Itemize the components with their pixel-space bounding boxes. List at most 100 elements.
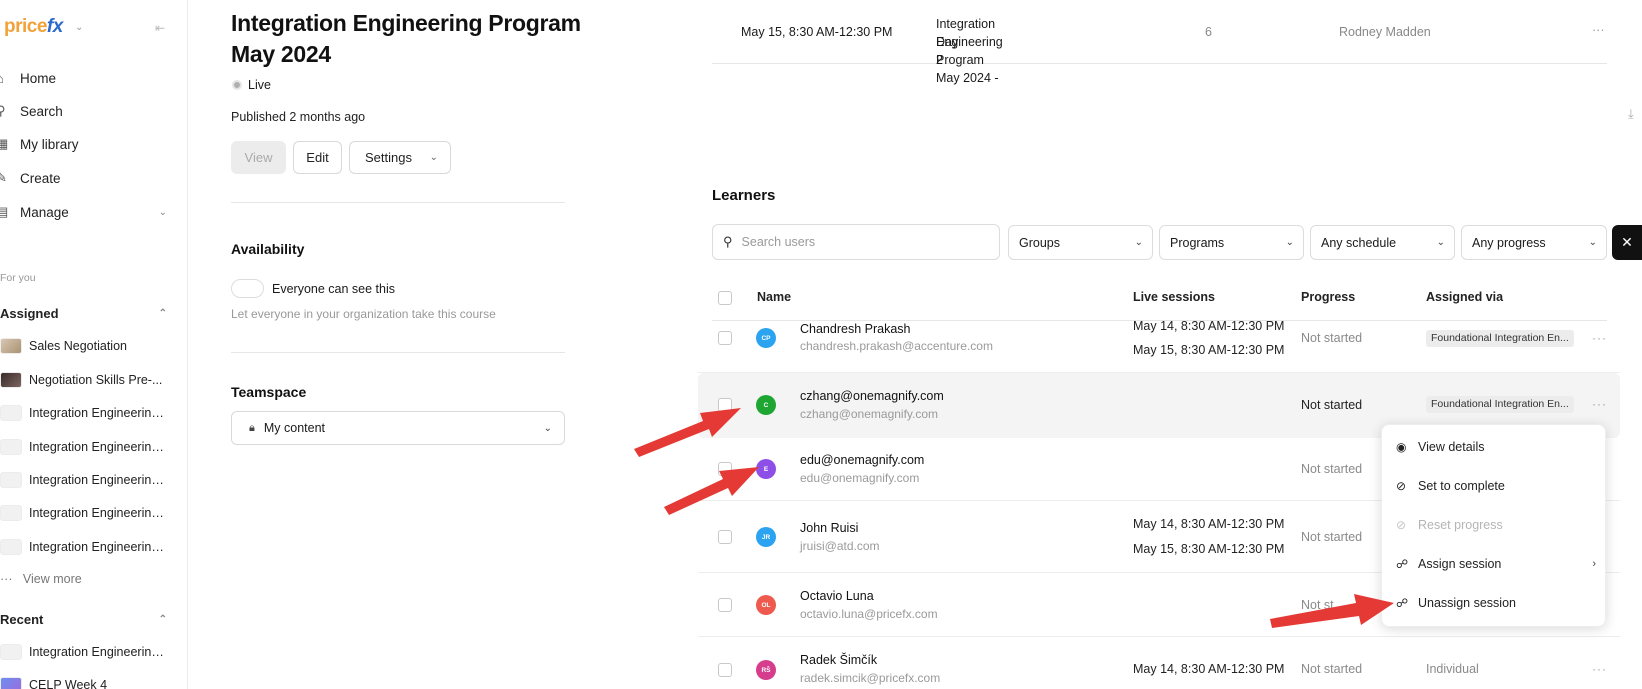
- learner-email: czhang@onemagnify.com: [800, 407, 939, 421]
- session-more-button[interactable]: ···: [1592, 23, 1605, 37]
- avatar: JR: [756, 527, 776, 547]
- settings-button[interactable]: Settings ⌄: [349, 141, 451, 174]
- assigned-course-item[interactable]: Integration Engineering...: [0, 536, 175, 558]
- for-you-label: For you: [0, 272, 36, 284]
- table-row[interactable]: RŠ Radek Šimčík radek.simcik@pricefx.com…: [698, 637, 1620, 689]
- programs-filter[interactable]: Programs ⌄: [1159, 225, 1304, 260]
- schedule-filter[interactable]: Any schedule ⌄: [1310, 225, 1455, 260]
- divider: [231, 352, 565, 353]
- teamspace-select[interactable]: 🔒︎ My content ⌄: [231, 411, 565, 445]
- view-more-link[interactable]: ··· View more: [0, 572, 82, 586]
- avatar: C: [756, 395, 776, 415]
- menu-unassign-session[interactable]: ☍ Unassign session: [1396, 593, 1596, 613]
- learner-name[interactable]: John Ruisi: [800, 521, 858, 535]
- row-checkbox[interactable]: [718, 530, 732, 544]
- search-icon: ⚲: [0, 103, 20, 119]
- assigned-course-item[interactable]: Negotiation Skills Pre-...: [0, 369, 175, 391]
- assigned-course-item[interactable]: Integration Engineering...: [0, 436, 175, 458]
- groups-filter[interactable]: Groups ⌄: [1008, 225, 1153, 260]
- menu-set-to-complete[interactable]: ⊘ Set to complete: [1396, 476, 1596, 496]
- column-live-sessions[interactable]: Live sessions: [1133, 290, 1215, 304]
- nav-home[interactable]: ⌂Home: [0, 66, 175, 90]
- avatar: RŠ: [756, 660, 776, 680]
- recent-section-header[interactable]: Recent ⌃: [0, 612, 170, 627]
- course-thumbnail: [0, 439, 22, 455]
- column-name[interactable]: Name: [757, 290, 791, 304]
- course-title: Integration Engineering Program May 2024: [231, 10, 581, 67]
- pricefx-logo[interactable]: pricefx: [4, 16, 63, 38]
- download-icon[interactable]: ⤓: [1628, 106, 1634, 122]
- learner-name[interactable]: Octavio Luna: [800, 589, 874, 603]
- session-row[interactable]: May 15, 8:30 AM-12:30 PM Integration Eng…: [712, 0, 1607, 85]
- status-dot-icon: [232, 80, 242, 90]
- recent-course-item[interactable]: Integration Engineering...: [0, 641, 175, 663]
- unassign-session-icon: ☍: [1396, 596, 1409, 610]
- learner-name[interactable]: Radek Šimčík: [800, 653, 877, 667]
- search-users-input[interactable]: [741, 235, 982, 249]
- learner-name[interactable]: edu@onemagnify.com: [800, 453, 924, 467]
- row-checkbox[interactable]: [718, 398, 732, 412]
- nav-create[interactable]: ✎Create: [0, 166, 175, 190]
- assign-session-icon: ☍: [1396, 557, 1409, 571]
- search-users[interactable]: ⚲: [712, 224, 1000, 260]
- column-progress[interactable]: Progress: [1301, 290, 1355, 304]
- row-checkbox[interactable]: [718, 331, 732, 345]
- assigned-via-text: Individual: [1426, 662, 1479, 676]
- row-checkbox[interactable]: [718, 462, 732, 476]
- assigned-section-header[interactable]: Assigned ⌃: [0, 306, 170, 321]
- learner-name[interactable]: Chandresh Prakash: [800, 322, 910, 336]
- row-checkbox[interactable]: [718, 663, 732, 677]
- recent-course-item[interactable]: CELP Week 4: [0, 674, 175, 689]
- select-all-checkbox[interactable]: [718, 291, 732, 305]
- menu-view-details[interactable]: ◉ View details: [1396, 437, 1596, 457]
- chevron-down-icon: ⌄: [1588, 237, 1597, 248]
- menu-reset-progress: ⊘ Reset progress: [1396, 518, 1503, 532]
- availability-note: Let everyone in your organization take t…: [231, 307, 496, 321]
- clear-filters-button[interactable]: ✕: [1612, 225, 1642, 260]
- divider: [231, 202, 565, 203]
- nav-search[interactable]: ⚲Search: [0, 99, 175, 123]
- assigned-course-item[interactable]: Integration Engineering...: [0, 469, 175, 491]
- search-icon: ⚲: [723, 234, 733, 249]
- collapse-sidebar-icon[interactable]: ⇤: [155, 21, 165, 35]
- course-status: Live: [232, 78, 271, 92]
- column-assigned-via[interactable]: Assigned via: [1426, 290, 1503, 304]
- course-thumbnail: [0, 505, 22, 521]
- progress-filter[interactable]: Any progress ⌄: [1461, 225, 1607, 260]
- row-checkbox[interactable]: [718, 598, 732, 612]
- nav-my-library[interactable]: ▦My library: [0, 132, 175, 156]
- course-thumbnail: [0, 372, 22, 388]
- menu-assign-session[interactable]: ☍ Assign session ›: [1396, 554, 1596, 574]
- avatar: E: [756, 459, 776, 479]
- avatar: CP: [756, 328, 776, 348]
- progress-status: Not started: [1301, 462, 1363, 476]
- teamspace-heading: Teamspace: [231, 384, 307, 400]
- lock-icon: 🔒︎: [249, 421, 255, 434]
- table-row[interactable]: CP Chandresh Prakash chandresh.prakash@a…: [698, 319, 1620, 373]
- availability-toggle[interactable]: [231, 279, 264, 298]
- learner-email: edu@onemagnify.com: [800, 471, 920, 485]
- avatar: OL: [756, 595, 776, 615]
- nav-manage[interactable]: ▤Manage⌄: [0, 200, 175, 224]
- edit-button[interactable]: Edit: [293, 141, 342, 174]
- assigned-course-item[interactable]: Integration Engineering...: [0, 502, 175, 524]
- view-button[interactable]: View: [231, 141, 286, 174]
- row-more-button[interactable]: ···: [1592, 662, 1607, 676]
- assigned-course-item[interactable]: Integration Engineering...: [0, 402, 175, 424]
- row-more-button[interactable]: ···: [1592, 331, 1607, 345]
- assigned-course-item[interactable]: Sales Negotiation: [0, 335, 175, 357]
- availability-heading: Availability: [231, 241, 305, 257]
- chevron-down-icon[interactable]: ⌄: [75, 22, 83, 33]
- course-thumbnail: [0, 644, 22, 660]
- row-more-button[interactable]: ···: [1592, 397, 1607, 411]
- check-circle-icon: ⊘: [1396, 479, 1407, 493]
- user-circle-icon: ◉: [1396, 440, 1407, 454]
- learner-name[interactable]: czhang@onemagnify.com: [800, 389, 944, 403]
- course-thumbnail: [0, 539, 22, 555]
- availability-toggle-row: Everyone can see this: [231, 279, 395, 298]
- chevron-up-icon: ⌃: [158, 308, 167, 319]
- manage-icon: ▤: [0, 204, 20, 220]
- reset-icon: ⊘: [1396, 518, 1407, 532]
- live-session: May 15, 8:30 AM-12:30 PM: [1133, 343, 1285, 357]
- course-thumbnail: [0, 677, 22, 689]
